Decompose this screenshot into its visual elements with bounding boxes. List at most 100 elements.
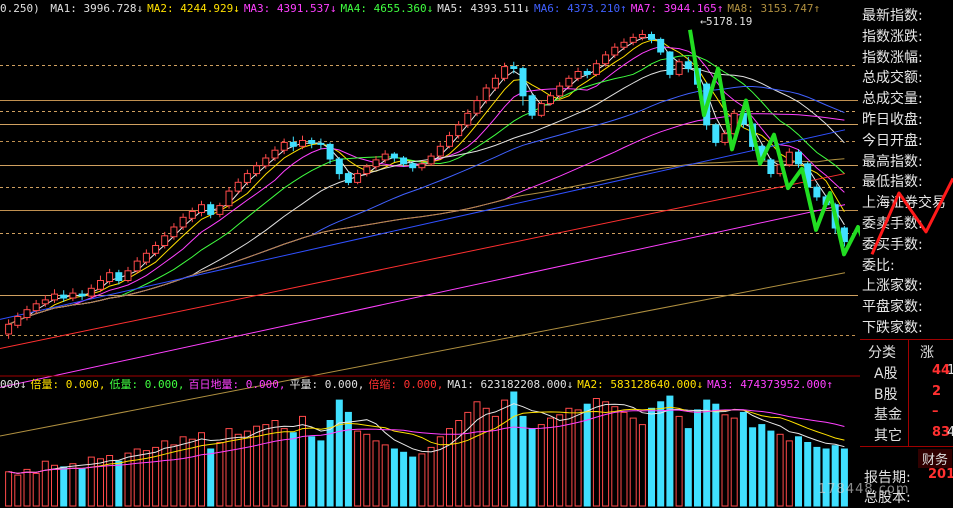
volume-bar-21 — [198, 432, 205, 507]
candle-body — [161, 235, 169, 247]
candle-86 — [795, 149, 802, 168]
candle-67 — [620, 38, 628, 51]
volume-bar-24 — [225, 428, 233, 507]
candle-body — [547, 95, 554, 105]
candle-62 — [574, 67, 582, 82]
candle-body — [638, 34, 646, 38]
candle-body — [106, 272, 114, 283]
candle-77 — [712, 123, 720, 147]
ma-indicator-0: MA1: 3996.728↓ — [50, 2, 144, 15]
volume-bar-43 — [400, 451, 408, 507]
volume-bar-66 — [611, 406, 619, 507]
candle-83 — [767, 158, 775, 178]
volume-bar-72 — [666, 395, 674, 507]
candle-70 — [648, 31, 655, 44]
candle-52 — [482, 84, 490, 104]
candle-body — [813, 186, 821, 198]
trend-line-blue — [0, 129, 846, 320]
candle-body — [795, 151, 802, 165]
volume-bar-54 — [501, 399, 509, 507]
candle-41 — [381, 150, 389, 163]
volume-bar-73 — [675, 415, 683, 507]
volume-bar-33 — [308, 436, 316, 507]
volume-bar-1 — [14, 474, 22, 507]
candle-body — [253, 165, 261, 175]
volume-bar-89 — [822, 448, 830, 507]
volume-bar-11 — [106, 455, 114, 507]
volume-bar-18 — [170, 444, 178, 507]
volume-bar-34 — [317, 440, 325, 507]
ma-indicator-7: MA8: 3153.747↑ — [727, 2, 821, 15]
candle-body — [326, 143, 334, 160]
volume-bar-45 — [418, 453, 426, 507]
volume-bar-64 — [592, 398, 600, 507]
candle-27 — [253, 161, 261, 177]
vol-indicator-1: 倍量: 0.000, — [30, 378, 106, 391]
volume-bar-82 — [758, 424, 766, 507]
candle-body — [142, 252, 150, 263]
volume-bar-86 — [795, 436, 802, 507]
candle-body — [344, 173, 352, 183]
ma-line-3 — [8, 45, 845, 325]
candle-body — [620, 41, 628, 48]
volume-bar-79 — [730, 417, 738, 507]
volume-bar-31 — [289, 432, 297, 507]
candle-body — [299, 140, 306, 147]
volume-bar-84 — [776, 433, 784, 507]
volume-bar-36 — [335, 399, 343, 507]
candle-body — [51, 293, 58, 301]
volume-bar-55 — [510, 391, 518, 507]
vol-indicator-4: 平量: 0.000, — [289, 378, 365, 391]
watermark: 178448.com — [818, 482, 910, 497]
vol-indicator-6: MA1: 623182208.000↓ — [447, 378, 574, 391]
volume-bar-65 — [602, 401, 610, 507]
candle-10 — [97, 275, 104, 293]
candle-body — [354, 173, 362, 183]
ma-indicator-2: MA3: 4391.537↓ — [243, 2, 337, 15]
candle-64 — [592, 59, 600, 77]
volume-bar-87 — [804, 442, 812, 507]
candle-88 — [813, 184, 821, 201]
ma-indicator-5: MA6: 4373.210↑ — [533, 2, 627, 15]
candle-body — [115, 272, 123, 282]
candle-16 — [152, 241, 160, 257]
volume-bar-48 — [446, 428, 453, 507]
ma-indicator-3: MA4: 4655.360↓ — [340, 2, 434, 15]
candle-74 — [684, 56, 692, 73]
volume-bar-2 — [23, 468, 31, 507]
candle-body — [473, 100, 481, 114]
candle-33 — [308, 137, 316, 149]
volume-bar-12 — [115, 460, 123, 507]
candle-48 — [446, 131, 453, 149]
vol-indicator-2: 低量: 0.000, — [109, 378, 185, 391]
candle-body — [170, 226, 178, 238]
volume-bar-22 — [207, 448, 215, 507]
candle-65 — [602, 51, 610, 67]
candle-body — [372, 159, 380, 168]
candle-40 — [372, 156, 380, 170]
volume-bar-85 — [785, 440, 793, 507]
candle-body — [69, 292, 77, 299]
volume-bar-0 — [5, 471, 13, 507]
volume-bar-20 — [188, 438, 196, 507]
volume-bar-27 — [253, 425, 261, 507]
candle-body — [436, 145, 444, 157]
candle-72 — [666, 51, 674, 79]
candle-85 — [785, 148, 793, 167]
candle-body — [289, 141, 297, 147]
candle-body — [418, 163, 426, 169]
ma-line-8 — [8, 158, 845, 325]
candle-31 — [289, 136, 297, 152]
ma-indicator-bar: 0.250) MA1: 3996.728↓ MA2: 4244.929↓ MA3: … — [0, 0, 824, 17]
volume-bar-70 — [648, 407, 655, 507]
candle-58 — [537, 100, 545, 118]
volume-bar-42 — [390, 448, 398, 507]
volume-bar-83 — [767, 430, 775, 507]
vol-indicator-8: MA3: 474373952.000↑ — [707, 378, 833, 391]
volume-bar-7 — [69, 463, 77, 507]
candle-body — [501, 66, 509, 79]
candle-body — [519, 68, 527, 97]
candle-56 — [519, 66, 527, 106]
candle-26 — [243, 169, 251, 186]
candle-body — [721, 133, 729, 143]
